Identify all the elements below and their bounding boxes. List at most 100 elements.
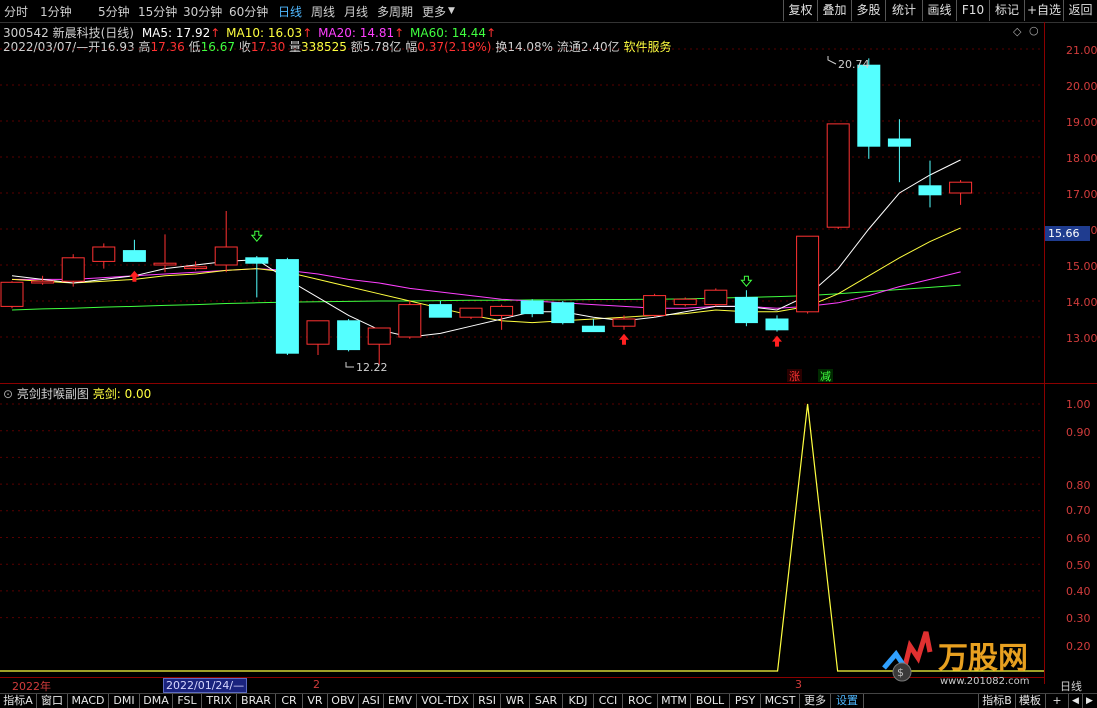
separator-line: [0, 383, 1097, 384]
time-label-year: 2022年: [12, 680, 51, 693]
candle-body: [490, 305, 514, 316]
tab-kdj[interactable]: KDJ: [563, 694, 594, 708]
tab-rsi[interactable]: RSI: [474, 694, 501, 708]
candle-body: [0, 281, 24, 307]
up-arrow-icon: [129, 270, 140, 282]
tab-indicator-a[interactable]: 指标A: [0, 694, 37, 708]
price-label: 13.00: [1066, 332, 1097, 345]
candle-body: [31, 280, 55, 284]
tab-boll[interactable]: BOLL: [691, 694, 730, 708]
price-label: 19.00: [1066, 116, 1097, 129]
tab-roc[interactable]: ROC: [623, 694, 658, 708]
candle-body: [520, 300, 544, 315]
price-label: 15.00: [1066, 260, 1097, 273]
tab-more-indicators[interactable]: 更多: [800, 694, 831, 708]
tab-brar[interactable]: BRAR: [237, 694, 276, 708]
add-tab-button[interactable]: +: [1046, 694, 1069, 708]
back-button[interactable]: 返回: [1063, 0, 1097, 21]
svg-text:$: $: [897, 666, 904, 679]
candle-body: [796, 235, 820, 313]
candle-body: [367, 327, 391, 345]
indicator-axis-label: 0.40: [1066, 585, 1091, 598]
candle-body: [765, 318, 789, 331]
down-arrow-icon: [740, 275, 753, 287]
candle-body: [673, 298, 697, 306]
candle-body: [918, 185, 942, 196]
tab-indicator-b[interactable]: 指标B: [978, 694, 1016, 708]
indicator-axis-label: 1.00: [1066, 398, 1091, 411]
time-label-month-3: 3: [795, 678, 802, 691]
candle-body: [734, 296, 758, 324]
time-label-month-2: 2: [313, 678, 320, 691]
max-note-pointer: [827, 56, 837, 65]
candle-body: [214, 246, 238, 266]
price-label: 20.00: [1066, 80, 1097, 93]
candle-body: [551, 302, 575, 324]
current-price-box: 15.66: [1045, 226, 1090, 241]
zhang-text: 涨: [789, 370, 800, 383]
tab-mtm[interactable]: MTM: [658, 694, 691, 708]
price-label: 14.00: [1066, 296, 1097, 309]
tab-window[interactable]: 窗口: [37, 694, 68, 708]
tab-cr[interactable]: CR: [276, 694, 303, 708]
jian-text: 减: [820, 370, 831, 383]
watermark-text: 万股网: [938, 641, 1028, 676]
tab-dmi[interactable]: DMI: [109, 694, 140, 708]
tab-template[interactable]: 模板: [1015, 694, 1046, 708]
candle-body: [275, 259, 299, 354]
candle-body: [92, 246, 116, 262]
min-price-note: 12.22: [356, 361, 388, 374]
tab-wr[interactable]: WR: [501, 694, 530, 708]
candle-body: [337, 320, 361, 351]
time-label-cursor: 2022/01/24/—: [163, 678, 248, 693]
tab-vol-tdx[interactable]: VOL-TDX: [417, 694, 474, 708]
candle-body: [61, 257, 85, 282]
watermark-logo: $ 万股网 www.201082.com: [880, 628, 1040, 691]
tab-asi[interactable]: ASI: [359, 694, 384, 708]
candle-body: [306, 320, 330, 345]
chart-grid: [0, 48, 1044, 619]
candle-body: [428, 304, 452, 318]
indicator-axis-label: 0.50: [1066, 559, 1091, 572]
candle-body: [887, 138, 911, 147]
price-label: 21.00: [1066, 44, 1097, 57]
time-axis-period: 日线: [1060, 680, 1082, 693]
candle-body: [704, 289, 728, 306]
tab-macd[interactable]: MACD: [68, 694, 109, 708]
tab-emv[interactable]: EMV: [384, 694, 417, 708]
indicator-axis-label: 0.80: [1066, 479, 1091, 492]
scroll-right-icon[interactable]: ▶: [1083, 694, 1096, 708]
scroll-left-icon[interactable]: ◀: [1069, 694, 1083, 708]
candle-body: [184, 266, 208, 270]
tab-mcst[interactable]: MCST: [761, 694, 800, 708]
watermark-url: www.201082.com: [940, 676, 1030, 687]
tab-psy[interactable]: PSY: [730, 694, 761, 708]
tab-vr[interactable]: VR: [303, 694, 328, 708]
tab-trix[interactable]: TRIX: [202, 694, 237, 708]
candle-body: [826, 123, 850, 228]
candle-body: [245, 257, 269, 264]
candle-body: [949, 181, 973, 194]
up-arrow-icon: [619, 333, 629, 345]
candle-body: [643, 295, 667, 316]
indicator-tabs-bar: 指标A 窗口 MACD DMI DMA FSL TRIX BRAR CR VR …: [0, 693, 1097, 708]
max-price-note: 20.74: [838, 58, 870, 71]
kline-chart[interactable]: 20.74 12.22 涨 减: [0, 0, 1044, 676]
tab-sar[interactable]: SAR: [530, 694, 563, 708]
indicator-axis-label: 0.70: [1066, 504, 1091, 517]
candle-body: [581, 325, 605, 333]
tab-settings[interactable]: 设置: [831, 694, 864, 708]
tab-dma[interactable]: DMA: [140, 694, 173, 708]
min-note-pointer: [345, 362, 354, 368]
tab-obv[interactable]: OBV: [328, 694, 359, 708]
indicator-axis-label: 0.60: [1066, 532, 1091, 545]
price-axis-line: [1044, 22, 1045, 684]
candle-body: [459, 307, 483, 318]
tab-fsl[interactable]: FSL: [173, 694, 202, 708]
price-label: 18.00: [1066, 152, 1097, 165]
price-label: 17.00: [1066, 188, 1097, 201]
candle-body: [398, 304, 422, 338]
indicator-axis-label: 0.30: [1066, 612, 1091, 625]
candle-body: [612, 318, 636, 327]
tab-cci[interactable]: CCI: [594, 694, 623, 708]
